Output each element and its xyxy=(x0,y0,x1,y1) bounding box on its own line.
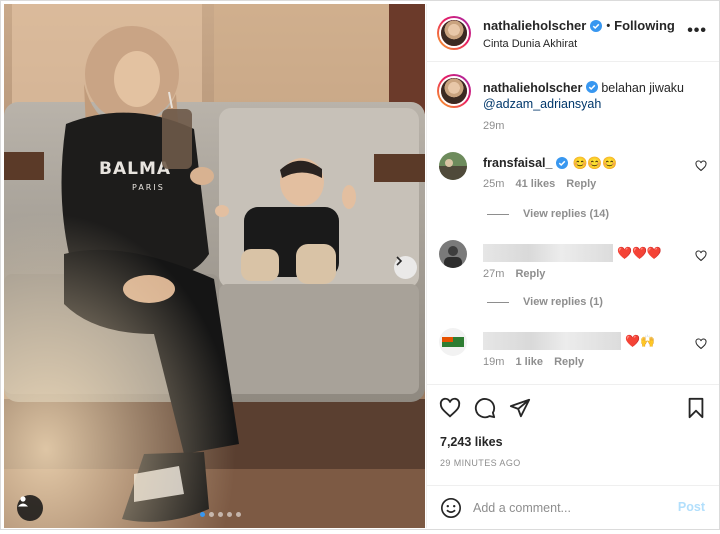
post-actions: 7,243 likes 29 MINUTES AGO Post xyxy=(427,384,719,534)
caption-time: 29m xyxy=(483,120,505,132)
comment-time: 27m xyxy=(483,268,505,280)
comment-meta: 27m Reply xyxy=(483,268,545,280)
comment-item: ❤️🙌 19m 1 like Reply xyxy=(427,326,719,384)
instagram-post-window: BALMA PARIS xyxy=(0,0,720,530)
carousel-next-button[interactable] xyxy=(394,256,417,279)
post-time-ago: 29 MINUTES AGO xyxy=(440,458,521,468)
bookmark-icon[interactable] xyxy=(685,397,707,419)
verified-badge-icon xyxy=(590,19,603,32)
comment-content: ❤️❤️❤️ xyxy=(483,244,662,262)
post-comment-button[interactable]: Post xyxy=(678,500,705,514)
carousel-dot xyxy=(209,512,214,517)
view-replies-button[interactable]: View replies (14) xyxy=(487,208,609,220)
add-comment-bar: Post xyxy=(427,485,719,529)
comment-text: ❤️❤️❤️ xyxy=(617,246,662,260)
post-location[interactable]: Cinta Dunia Akhirat xyxy=(483,38,577,50)
comment-text: 😊😊😊 xyxy=(572,156,618,170)
comment-text: ❤️🙌 xyxy=(625,334,655,348)
author-username[interactable]: nathalieholscher xyxy=(483,18,586,33)
comment-likes[interactable]: 41 likes xyxy=(515,178,555,190)
view-replies-label: View replies (14) xyxy=(523,208,610,220)
comment-like-heart-icon[interactable] xyxy=(695,338,707,350)
caption-username[interactable]: nathalieholscher xyxy=(483,81,582,95)
commenter-avatar[interactable] xyxy=(439,152,467,180)
comments-list: nathalieholscher belahan jiwaku @adzam_a… xyxy=(427,62,719,384)
reply-button[interactable]: Reply xyxy=(566,178,596,190)
comment-time: 19m xyxy=(483,356,505,368)
hidden-username xyxy=(483,244,613,262)
caption-mention-link[interactable]: @adzam_adriansyah xyxy=(483,97,601,111)
caption-text-block: nathalieholscher belahan jiwaku @adzam_a… xyxy=(483,80,708,134)
chevron-right-icon xyxy=(396,256,403,266)
carousel-dot xyxy=(218,512,223,517)
hidden-username xyxy=(483,332,621,350)
tagged-users-button[interactable] xyxy=(17,495,43,521)
post-side-panel: nathalieholscher • Following Cinta Dunia… xyxy=(426,4,719,528)
verified-badge-icon xyxy=(585,81,598,93)
view-replies-button[interactable]: View replies (1) xyxy=(487,296,603,308)
comment-like-heart-icon[interactable] xyxy=(695,160,707,172)
author-avatar[interactable] xyxy=(437,16,471,50)
heart-icon[interactable] xyxy=(439,397,461,419)
caption-author-avatar[interactable] xyxy=(437,74,471,108)
comment-item: fransfaisal_ 😊😊😊 25m 41 likes Reply xyxy=(427,150,719,210)
comment-likes[interactable]: 1 like xyxy=(515,356,543,368)
comment-meta: 19m 1 like Reply xyxy=(483,356,584,368)
follow-separator: • xyxy=(606,19,611,32)
comment-icon[interactable] xyxy=(474,397,496,419)
comment-time: 25m xyxy=(483,178,505,190)
commenter-avatar[interactable] xyxy=(439,328,467,356)
likes-count[interactable]: 7,243 likes xyxy=(440,435,503,449)
verified-badge-icon xyxy=(556,157,569,169)
emoji-smile-icon[interactable] xyxy=(440,497,462,519)
carousel-indicator xyxy=(200,512,241,517)
share-icon[interactable] xyxy=(509,397,531,419)
comment-like-heart-icon[interactable] xyxy=(695,250,707,262)
post-photo[interactable]: BALMA PARIS xyxy=(4,4,425,528)
comment-content: ❤️🙌 xyxy=(483,332,655,350)
more-options-icon[interactable]: ••• xyxy=(687,23,707,39)
carousel-dot xyxy=(236,512,241,517)
comment-item: ❤️❤️❤️ 27m Reply xyxy=(427,238,719,298)
author-username-row: nathalieholscher • Following xyxy=(483,18,675,33)
user-tag-icon xyxy=(18,496,28,507)
carousel-dot xyxy=(200,512,205,517)
photo-illustration: BALMA PARIS xyxy=(4,4,425,528)
post-header: nathalieholscher • Following Cinta Dunia… xyxy=(427,4,719,62)
reply-button[interactable]: Reply xyxy=(515,268,545,280)
caption-text: belahan jiwaku xyxy=(601,81,685,95)
reply-button[interactable]: Reply xyxy=(554,356,584,368)
view-replies-label: View replies (1) xyxy=(523,296,603,308)
following-button[interactable]: Following xyxy=(614,18,675,33)
commenter-avatar[interactable] xyxy=(439,240,467,268)
comment-username[interactable]: fransfaisal_ xyxy=(483,156,552,170)
carousel-dot xyxy=(227,512,232,517)
comment-meta: 25m 41 likes Reply xyxy=(483,178,596,190)
add-comment-input[interactable] xyxy=(473,498,663,518)
comment-content: fransfaisal_ 😊😊😊 xyxy=(483,156,617,170)
